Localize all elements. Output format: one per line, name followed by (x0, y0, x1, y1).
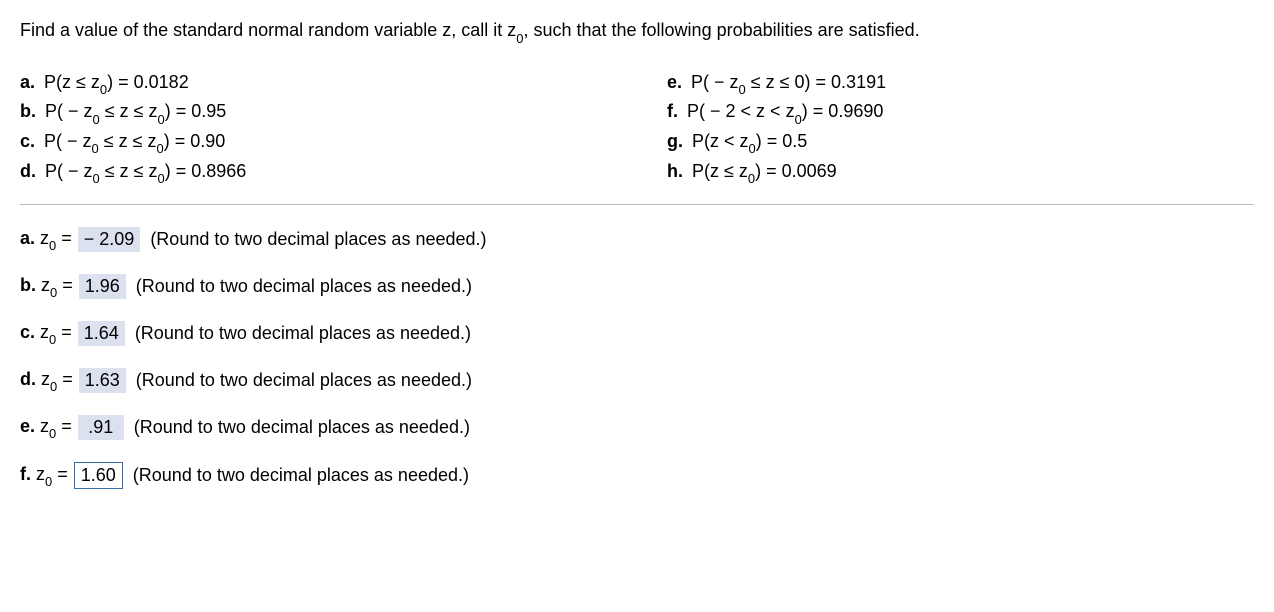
problem-col-right: e. P( − z0 ≤ z ≤ 0) = 0.3191 f. P( − 2 <… (667, 66, 1254, 190)
answer-b-var: z (41, 275, 50, 295)
label-g: g. (667, 131, 683, 151)
expr-c: P( − z0 ≤ z ≤ z0) = 0.90 (44, 131, 225, 151)
expr-b: P( − z0 ≤ z ≤ z0) = 0.95 (45, 101, 226, 121)
answer-d-label: d. (20, 369, 36, 389)
expr-a: P(z ≤ z0) = 0.0182 (44, 72, 189, 92)
problem-c: c. P( − z0 ≤ z ≤ z0) = 0.90 (20, 131, 607, 155)
label-h: h. (667, 161, 683, 181)
answer-b-hint: (Round to two decimal places as needed.) (136, 276, 472, 297)
label-c: c. (20, 131, 35, 151)
label-d: d. (20, 161, 36, 181)
answer-e-label: e. (20, 416, 35, 436)
answer-e-var: z (40, 416, 49, 436)
problem-f: f. P( − 2 < z < z0) = 0.9690 (667, 101, 1254, 125)
answer-b-input[interactable]: 1.96 (79, 274, 126, 299)
answers: a. z0 = − 2.09 (Round to two decimal pla… (20, 227, 1254, 489)
label-e: e. (667, 72, 682, 92)
intro-text-post: , such that the following probabilities … (523, 20, 919, 40)
answer-f-hint: (Round to two decimal places as needed.) (133, 465, 469, 486)
problem-b: b. P( − z0 ≤ z ≤ z0) = 0.95 (20, 101, 607, 125)
answer-e: e. z0 = .91 (Round to two decimal places… (20, 415, 1254, 440)
answer-a: a. z0 = − 2.09 (Round to two decimal pla… (20, 227, 1254, 252)
answer-c: c. z0 = 1.64 (Round to two decimal place… (20, 321, 1254, 346)
answer-a-var: z (40, 228, 49, 248)
expr-d: P( − z0 ≤ z ≤ z0) = 0.8966 (45, 161, 246, 181)
intro-sub: 0 (516, 31, 523, 46)
answer-d-var: z (41, 369, 50, 389)
expr-g: P(z < z0) = 0.5 (692, 131, 807, 151)
answer-a-label: a. (20, 228, 35, 248)
expr-h: P(z ≤ z0) = 0.0069 (692, 161, 837, 181)
answer-f: f. z0 = 1.60 (Round to two decimal place… (20, 462, 1254, 489)
answer-d-hint: (Round to two decimal places as needed.) (136, 370, 472, 391)
problem-col-left: a. P(z ≤ z0) = 0.0182 b. P( − z0 ≤ z ≤ z… (20, 66, 607, 190)
answer-a-hint: (Round to two decimal places as needed.) (150, 229, 486, 250)
answer-d-input[interactable]: 1.63 (79, 368, 126, 393)
problem-g: g. P(z < z0) = 0.5 (667, 131, 1254, 155)
expr-e: P( − z0 ≤ z ≤ 0) = 0.3191 (691, 72, 886, 92)
answer-b: b. z0 = 1.96 (Round to two decimal place… (20, 274, 1254, 299)
intro-text-pre: Find a value of the standard normal rand… (20, 20, 516, 40)
problem-d: d. P( − z0 ≤ z ≤ z0) = 0.8966 (20, 161, 607, 185)
answer-b-label: b. (20, 275, 36, 295)
problem-e: e. P( − z0 ≤ z ≤ 0) = 0.3191 (667, 72, 1254, 96)
answer-c-hint: (Round to two decimal places as needed.) (135, 323, 471, 344)
problem-columns: a. P(z ≤ z0) = 0.0182 b. P( − z0 ≤ z ≤ z… (20, 66, 1254, 205)
answer-c-var: z (40, 322, 49, 342)
problem-h: h. P(z ≤ z0) = 0.0069 (667, 161, 1254, 185)
answer-d: d. z0 = 1.63 (Round to two decimal place… (20, 368, 1254, 393)
answer-c-input[interactable]: 1.64 (78, 321, 125, 346)
answer-f-var: z (36, 464, 45, 484)
label-b: b. (20, 101, 36, 121)
answer-f-input[interactable]: 1.60 (74, 462, 123, 489)
answer-e-hint: (Round to two decimal places as needed.) (134, 417, 470, 438)
answer-a-input[interactable]: − 2.09 (78, 227, 141, 252)
label-a: a. (20, 72, 35, 92)
problem-a: a. P(z ≤ z0) = 0.0182 (20, 72, 607, 96)
expr-f: P( − 2 < z < z0) = 0.9690 (687, 101, 883, 121)
answer-e-input[interactable]: .91 (78, 415, 124, 440)
answer-f-label: f. (20, 464, 31, 484)
label-f: f. (667, 101, 678, 121)
answer-c-label: c. (20, 322, 35, 342)
problem-intro: Find a value of the standard normal rand… (20, 18, 1254, 46)
